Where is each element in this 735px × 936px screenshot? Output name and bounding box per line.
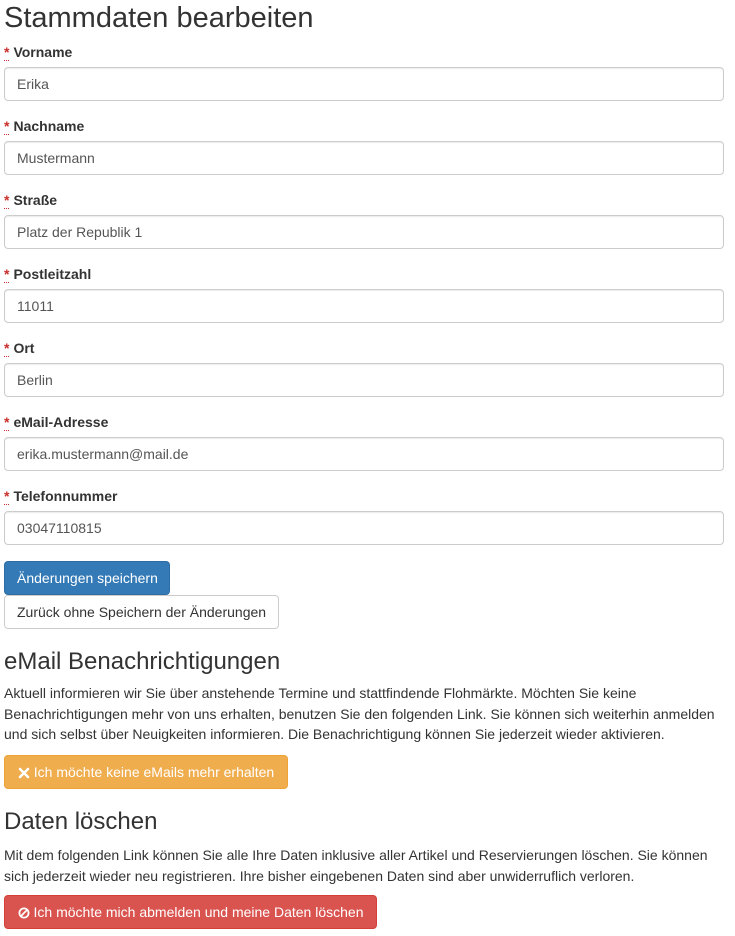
required-marker: * — [4, 192, 10, 209]
field-label-text: Ort — [13, 340, 35, 356]
postleitzahl-input[interactable] — [4, 289, 724, 323]
required-marker: * — [4, 118, 10, 135]
strasse-input[interactable] — [4, 215, 724, 249]
required-marker: * — [4, 488, 10, 505]
delete-data-text: Mit dem folgenden Link können Sie alle I… — [4, 847, 708, 884]
field-label-ort: * Ort — [4, 338, 724, 358]
field-label-text: Straße — [13, 192, 58, 208]
delete-account-button[interactable]: Ich möchte mich abmelden und meine Daten… — [4, 895, 377, 929]
field-label-text: Telefonnummer — [13, 488, 118, 504]
field-group-telefonnummer: * Telefonnummer — [4, 486, 724, 545]
field-label-vorname: * Vorname — [4, 42, 724, 62]
field-label-strasse: * Straße — [4, 190, 724, 210]
field-group-nachname: * Nachname — [4, 116, 724, 175]
ort-input[interactable] — [4, 363, 724, 397]
field-label-email: * eMail-Adresse — [4, 412, 724, 432]
email-notifications-text: Aktuell informieren wir Sie über anstehe… — [4, 685, 715, 742]
field-label-text: Vorname — [13, 44, 73, 60]
delete-data-heading: Daten löschen — [4, 808, 158, 835]
email-input[interactable] — [4, 437, 724, 471]
required-marker: * — [4, 340, 10, 357]
save-button[interactable]: Änderungen speichern — [4, 561, 170, 595]
ban-icon — [18, 902, 30, 922]
field-group-vorname: * Vorname — [4, 42, 724, 101]
back-without-saving-button[interactable]: Zurück ohne Speichern der Änderungen — [4, 595, 279, 629]
field-group-postleitzahl: * Postleitzahl — [4, 264, 724, 323]
unsubscribe-emails-button[interactable]: Ich möchte keine eMails mehr erhalten — [4, 755, 288, 789]
field-label-nachname: * Nachname — [4, 116, 724, 136]
field-label-telefonnummer: * Telefonnummer — [4, 486, 724, 506]
email-notifications-heading: eMail Benachrichtigungen — [4, 648, 281, 675]
field-label-text: Postleitzahl — [13, 266, 92, 282]
page: Stammdaten bearbeiten *Vorname *Nachname… — [0, 0, 735, 929]
page-title: Stammdaten bearbeiten — [4, 2, 314, 34]
required-marker: * — [4, 44, 10, 61]
close-icon — [18, 762, 30, 782]
nachname-input[interactable] — [4, 141, 724, 175]
field-label-text: eMail-Adresse — [13, 414, 109, 430]
field-label-text: Nachname — [13, 118, 85, 134]
field-group-ort: * Ort — [4, 338, 724, 397]
vorname-input[interactable] — [4, 67, 724, 101]
field-group-email: * eMail-Adresse — [4, 412, 724, 471]
required-marker: * — [4, 266, 10, 283]
unsubscribe-emails-label: Ich möchte keine eMails mehr erhalten — [33, 764, 275, 780]
field-label-postleitzahl: * Postleitzahl — [4, 264, 724, 284]
field-group-strasse: * Straße — [4, 190, 724, 249]
telefonnummer-input[interactable] — [4, 511, 724, 545]
required-marker: * — [4, 414, 10, 431]
delete-account-label: Ich möchte mich abmelden und meine Daten… — [33, 904, 364, 920]
